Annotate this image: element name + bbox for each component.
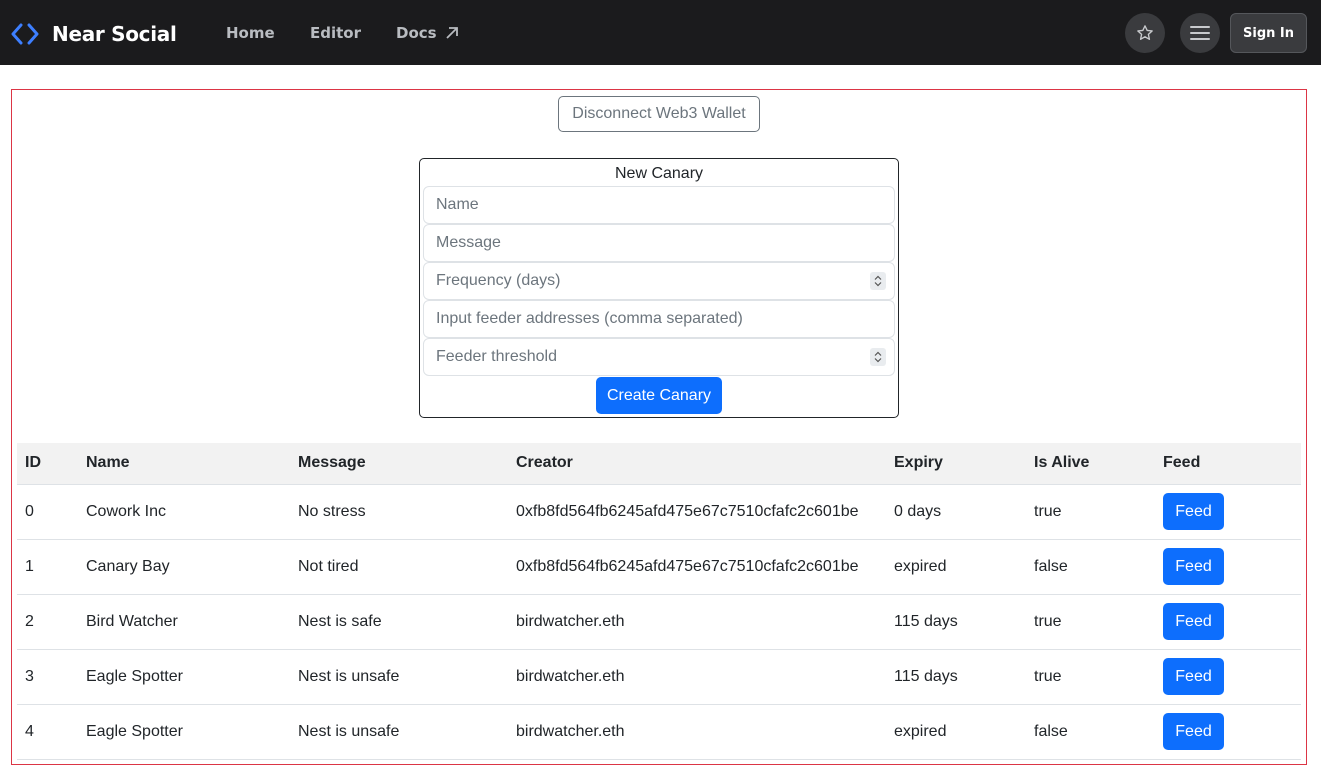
brand-logo-link[interactable]: Near Social [11, 20, 177, 48]
stepper-arrows-icon [874, 351, 882, 363]
top-navbar: Near Social Home Editor Docs Sign In [0, 0, 1321, 65]
cell-is-alive: false [1026, 704, 1155, 760]
cell-expiry: 115 days [886, 649, 1026, 705]
header-message: Message [290, 443, 508, 485]
frequency-stepper[interactable] [870, 272, 886, 290]
hamburger-menu-icon [1190, 26, 1210, 40]
cell-name: Eagle Spotter [78, 649, 290, 705]
cell-name: Eagle Spotter [78, 704, 290, 760]
frequency-input[interactable] [423, 262, 895, 300]
sign-in-button[interactable]: Sign In [1230, 13, 1307, 53]
cell-expiry: 0 days [886, 484, 1026, 540]
code-brackets-icon [11, 23, 39, 45]
form-title: New Canary [614, 165, 704, 182]
table-row: 4 Eagle Spotter Nest is unsafe birdwatch… [17, 704, 1301, 760]
message-input[interactable] [423, 224, 895, 262]
cell-message: Not tired [290, 539, 508, 595]
table-row: 0 Cowork Inc No stress 0xfb8fd564fb6245a… [17, 484, 1301, 540]
cell-is-alive: true [1026, 594, 1155, 650]
cell-feed: Feed [1155, 539, 1301, 595]
feed-button[interactable]: Feed [1163, 548, 1224, 585]
table-row: 2 Bird Watcher Nest is safe birdwatcher.… [17, 594, 1301, 650]
table-row: 3 Eagle Spotter Nest is unsafe birdwatch… [17, 649, 1301, 705]
header-feed: Feed [1155, 443, 1301, 485]
nav-docs-link[interactable]: Docs [396, 23, 459, 43]
name-input[interactable] [423, 186, 895, 224]
create-canary-button[interactable]: Create Canary [596, 377, 722, 414]
cell-feed: Feed [1155, 484, 1301, 540]
cell-feed: Feed [1155, 649, 1301, 705]
feed-button[interactable]: Feed [1163, 493, 1224, 530]
nav-docs-label: Docs [396, 24, 437, 42]
favorite-star-button[interactable] [1125, 13, 1165, 53]
nav-home-link[interactable]: Home [226, 23, 275, 43]
cell-creator: birdwatcher.eth [508, 649, 886, 705]
cell-message: Nest is unsafe [290, 704, 508, 760]
cell-message: Nest is unsafe [290, 649, 508, 705]
header-creator: Creator [508, 443, 886, 485]
cell-id: 3 [17, 649, 78, 705]
cell-expiry: expired [886, 539, 1026, 595]
feeder-addresses-input[interactable] [423, 300, 895, 338]
table-header-row: ID Name Message Creator Expiry Is Alive … [17, 443, 1301, 485]
external-arrow-icon [445, 27, 458, 39]
feed-button[interactable]: Feed [1163, 713, 1224, 750]
header-id: ID [17, 443, 78, 485]
cell-message: No stress [290, 484, 508, 540]
brand-name: Near Social [52, 22, 177, 46]
cell-id: 2 [17, 594, 78, 650]
cell-is-alive: false [1026, 539, 1155, 595]
cell-message: Nest is safe [290, 594, 508, 650]
header-expiry: Expiry [886, 443, 1026, 485]
cell-expiry: expired [886, 704, 1026, 760]
threshold-stepper[interactable] [870, 348, 886, 366]
feed-button[interactable]: Feed [1163, 603, 1224, 640]
feed-button[interactable]: Feed [1163, 658, 1224, 695]
cell-feed: Feed [1155, 704, 1301, 760]
header-name: Name [78, 443, 290, 485]
cell-creator: birdwatcher.eth [508, 594, 886, 650]
cell-is-alive: true [1026, 484, 1155, 540]
disconnect-wallet-button[interactable]: Disconnect Web3 Wallet [558, 96, 760, 132]
menu-button[interactable] [1180, 13, 1220, 53]
cell-creator: 0xfb8fd564fb6245afd475e67c7510cfafc2c601… [508, 484, 886, 540]
stepper-arrows-icon [874, 275, 882, 287]
canaries-table: ID Name Message Creator Expiry Is Alive … [17, 443, 1301, 760]
cell-name: Canary Bay [78, 539, 290, 595]
cell-expiry: 115 days [886, 594, 1026, 650]
cell-id: 1 [17, 539, 78, 595]
cell-creator: birdwatcher.eth [508, 704, 886, 760]
nav-editor-link[interactable]: Editor [310, 23, 361, 43]
cell-name: Bird Watcher [78, 594, 290, 650]
header-is-alive: Is Alive [1026, 443, 1155, 485]
cell-creator: 0xfb8fd564fb6245afd475e67c7510cfafc2c601… [508, 539, 886, 595]
feeder-threshold-input[interactable] [423, 338, 895, 376]
cell-is-alive: true [1026, 649, 1155, 705]
star-icon [1137, 25, 1153, 40]
new-canary-form: New Canary Create Canary [419, 158, 899, 418]
cell-id: 0 [17, 484, 78, 540]
cell-name: Cowork Inc [78, 484, 290, 540]
cell-feed: Feed [1155, 594, 1301, 650]
table-row: 1 Canary Bay Not tired 0xfb8fd564fb6245a… [17, 539, 1301, 595]
cell-id: 4 [17, 704, 78, 760]
